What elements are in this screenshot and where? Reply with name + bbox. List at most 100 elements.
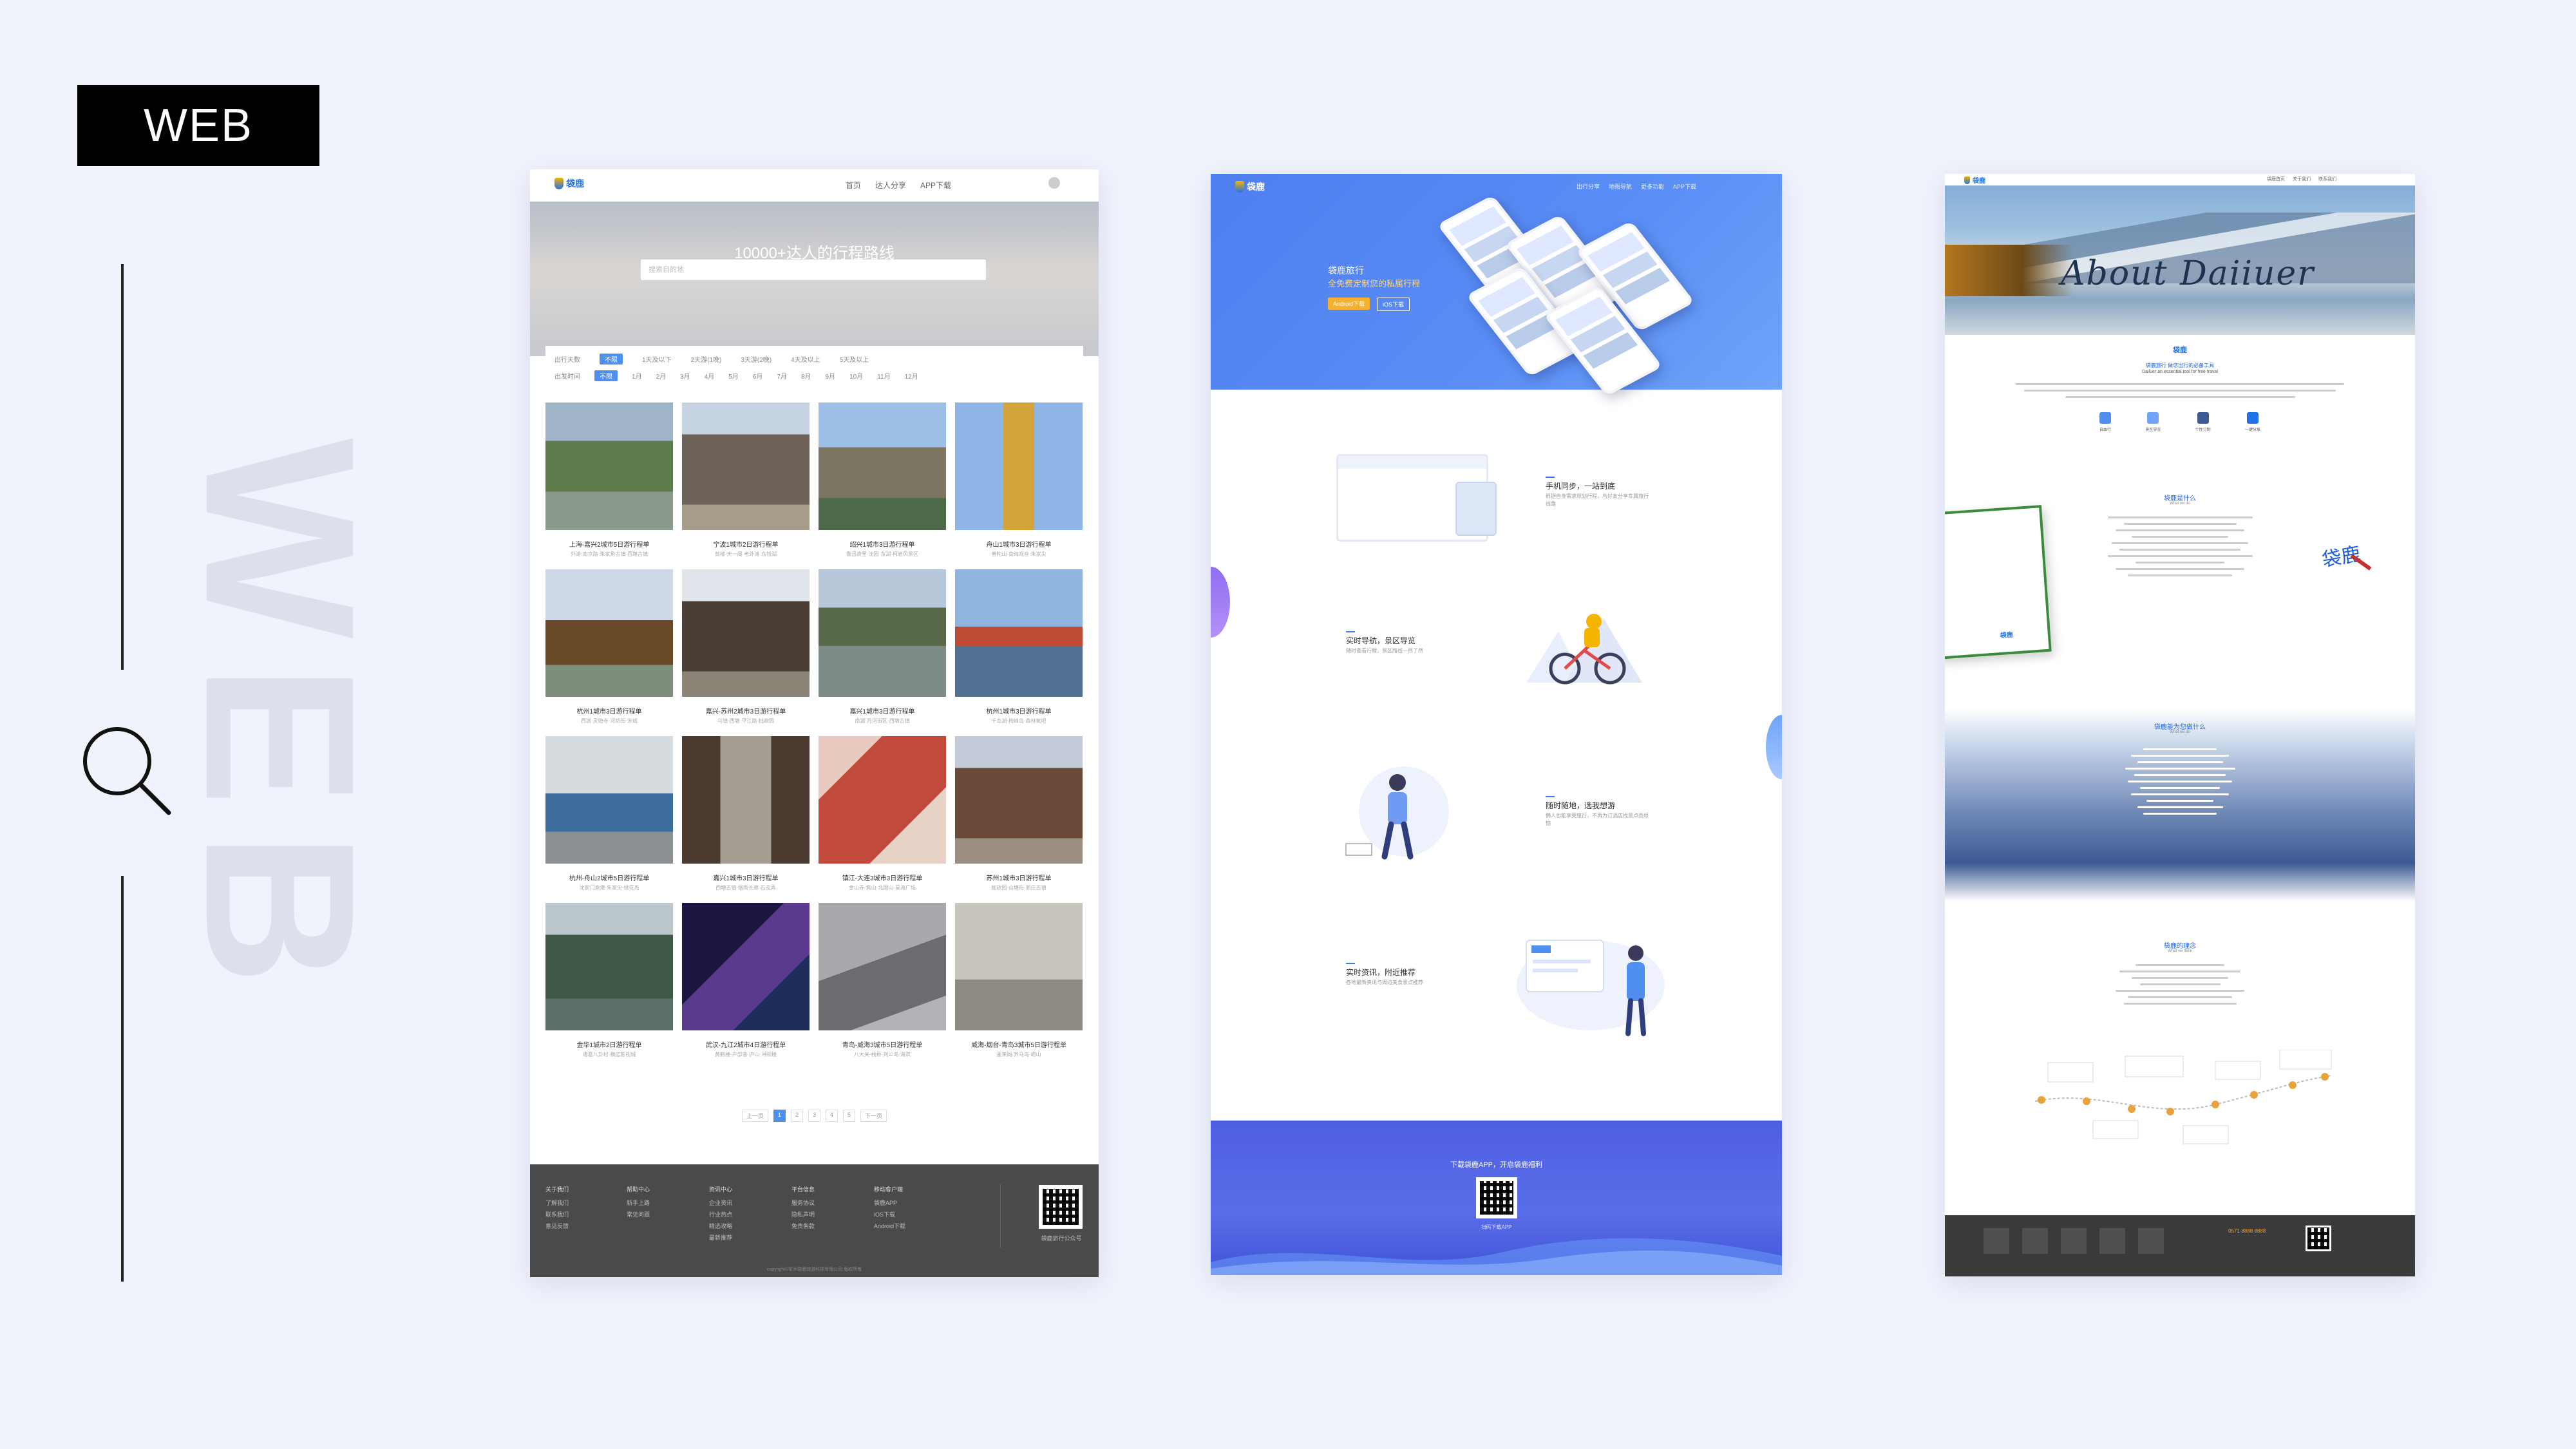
route-photo — [955, 736, 1083, 864]
footer-link[interactable]: 了解我们 — [545, 1198, 569, 1207]
section-title: 袋鹿的理念 — [2164, 943, 2196, 950]
pager-page[interactable]: 5 — [843, 1110, 856, 1122]
filter-month[interactable]: 8月 — [801, 371, 811, 381]
route-desc: 西塘古镇·烟雨长廊·石皮弄 — [715, 885, 776, 891]
route-desc: 鲁迅故里·沈园·东湖·柯岩风景区 — [846, 551, 918, 557]
filter-days-any[interactable]: 不限 — [600, 354, 623, 365]
route-card[interactable]: 嘉兴1城市3日游行程单 南湖·月河街区·西塘古镇 — [819, 569, 946, 724]
filter-day-option[interactable]: 4天及以上 — [791, 354, 820, 364]
divider-line — [121, 876, 124, 1282]
footer-link[interactable]: 意见反馈 — [545, 1222, 569, 1230]
footer-link[interactable]: 新手上路 — [627, 1198, 650, 1207]
footer-link[interactable]: 企业资讯 — [709, 1198, 732, 1207]
footer-link[interactable]: 常见问题 — [627, 1210, 650, 1218]
filter-month[interactable]: 12月 — [905, 371, 918, 381]
filter-month[interactable]: 9月 — [826, 371, 836, 381]
filter-day-option[interactable]: 2天游(1晚) — [691, 354, 722, 364]
nav-share[interactable]: 达人分享 — [875, 180, 906, 191]
route-card[interactable]: 杭州-舟山2城市5日游行程单 沈家门渔港·朱家尖·桃花岛 — [545, 736, 673, 891]
pager-page[interactable]: 1 — [773, 1110, 786, 1122]
route-photo — [682, 402, 810, 530]
user-avatar[interactable] — [1048, 177, 1060, 189]
filter-day-option[interactable]: 3天游(2晚) — [741, 354, 772, 364]
feature-desc: 懒人也能享受旅行，不再为订酒店找景点而烦恼 — [1546, 813, 1649, 826]
footer-links — [1984, 1228, 2177, 1254]
nav-item[interactable]: 联系我们 — [2318, 176, 2336, 182]
route-title: 青岛-威海3城市5日游行程单 — [842, 1042, 923, 1049]
footer-link[interactable]: 联系我们 — [545, 1210, 569, 1218]
route-card[interactable]: 青岛-威海3城市5日游行程单 八大关·栈桥·刘公岛·海滨 — [819, 903, 946, 1058]
logo[interactable]: 袋鹿 — [1235, 180, 1265, 193]
ios-download-button[interactable]: iOS下载 — [1377, 298, 1410, 311]
route-card[interactable]: 舟山1城市3日游行程单 普陀山·南海观音·朱家尖 — [955, 402, 1083, 558]
footer-link[interactable]: 免责条款 — [791, 1222, 815, 1230]
footer-link[interactable]: Android下载 — [874, 1222, 905, 1230]
filter-month[interactable]: 6月 — [753, 371, 763, 381]
route-desc: 黄鹤楼·户部巷·庐山·浔阳楼 — [715, 1052, 777, 1057]
android-download-button[interactable]: Android下载 — [1328, 298, 1370, 310]
nav-item[interactable]: 关于我们 — [2293, 176, 2311, 182]
footer-link[interactable]: 行业热点 — [709, 1210, 732, 1218]
nav-item[interactable]: APP下载 — [1673, 182, 1696, 191]
filter-day-option[interactable]: 5天及以上 — [840, 354, 869, 364]
route-photo — [819, 402, 946, 530]
pager-next[interactable]: 下一页 — [860, 1110, 887, 1122]
route-card[interactable]: 镇江-大连3城市3日游行程单 金山寺·焦山·北固山·星海广场 — [819, 736, 946, 891]
filter-month[interactable]: 10月 — [849, 371, 863, 381]
footer-link[interactable]: 精选攻略 — [709, 1222, 732, 1230]
route-card[interactable]: 苏州1城市3日游行程单 拙政园·山塘街·周庄古镇 — [955, 736, 1083, 891]
route-card[interactable]: 杭州1城市3日游行程单 西湖·灵隐寺·河坊街·宋城 — [545, 569, 673, 724]
nav-item[interactable]: 出行分享 — [1577, 182, 1600, 191]
page-travel-list: 袋鹿 首页 达人分享 APP下载 10000+达人的行程路线 10个城市真实行程… — [530, 169, 1099, 1277]
route-card[interactable]: 嘉兴-苏州2城市3日游行程单 乌镇·西塘·平江路·拙政园 — [682, 569, 810, 724]
route-card[interactable]: 宁波1城市2日游行程单 鼓楼·天一阁·老外滩·东钱湖 — [682, 402, 810, 558]
route-card[interactable]: 嘉兴1城市3日游行程单 西塘古镇·烟雨长廊·石皮弄 — [682, 736, 810, 891]
laptop-icon — [2197, 412, 2209, 424]
logo[interactable]: 袋鹿 — [554, 177, 584, 190]
hero-banner: About Daiiuer — [1945, 174, 2415, 335]
pager-page[interactable]: 3 — [808, 1110, 820, 1122]
footer-link[interactable]: 最新推荐 — [709, 1233, 732, 1242]
filter-month[interactable]: 1月 — [632, 371, 642, 381]
route-card[interactable]: 武汉-九江2城市4日游行程单 黄鹤楼·户部巷·庐山·浔阳楼 — [682, 903, 810, 1058]
share-icon — [2246, 412, 2259, 424]
footer-col: 关于我们 了解我们 联系我们 意见反馈 — [545, 1185, 569, 1233]
footer-link[interactable]: 隐私声明 — [791, 1210, 815, 1218]
route-desc: 普陀山·南海观音·朱家尖 — [991, 551, 1046, 557]
route-title: 金华1城市2日游行程单 — [576, 1042, 642, 1049]
qr-caption: 袋鹿旅行公众号 — [1041, 1235, 1082, 1242]
route-card[interactable]: 威海-烟台-青岛3城市5日游行程单 蓬莱阁·养马岛·崂山 — [955, 903, 1083, 1058]
nav-item[interactable]: 袋鹿首页 — [2267, 176, 2285, 182]
pager-page[interactable]: 2 — [790, 1110, 803, 1122]
filter-month[interactable]: 3月 — [680, 371, 690, 381]
deer-logo-icon — [554, 178, 564, 189]
route-card[interactable]: 杭州1城市3日游行程单 千岛湖·梅峰岛·森林氧吧 — [955, 569, 1083, 724]
nav-app[interactable]: APP下载 — [920, 180, 951, 191]
filter-month[interactable]: 4月 — [705, 371, 715, 381]
tagline-en: Dailuer an essential tool for free trave… — [2142, 370, 2218, 374]
route-card[interactable]: 金华1城市2日游行程单 诸葛八卦村·横店影视城 — [545, 903, 673, 1058]
filter-month[interactable]: 7月 — [777, 371, 787, 381]
mountain-section: 袋鹿能为您做什么 What we do — [1945, 708, 2415, 902]
filter-month[interactable]: 2月 — [656, 371, 667, 381]
tablet-illustration — [1455, 482, 1497, 536]
route-photo — [819, 736, 946, 864]
deer-logo-icon — [1964, 176, 1970, 184]
filter-day-option[interactable]: 1天及以下 — [642, 354, 672, 364]
nav-home[interactable]: 首页 — [846, 180, 861, 191]
footer-link[interactable]: 袋鹿APP — [874, 1198, 905, 1207]
filter-time-any[interactable]: 不限 — [594, 370, 618, 381]
route-card[interactable]: 上海-嘉兴2城市5日游行程单 外滩·南京路·朱家角古镇·西塘古镇 — [545, 402, 673, 558]
nav-item[interactable]: 地图导航 — [1609, 182, 1632, 191]
filter-month[interactable]: 5月 — [728, 371, 739, 381]
nav-item[interactable]: 更多功能 — [1641, 182, 1664, 191]
filter-month[interactable]: 11月 — [877, 371, 890, 381]
autumn-trees — [1945, 245, 2074, 296]
search-input[interactable]: 搜索目的地 — [641, 260, 986, 280]
pager-page[interactable]: 4 — [826, 1110, 838, 1122]
route-card[interactable]: 绍兴1城市3日游行程单 鲁迅故里·沈园·东湖·柯岩风景区 — [819, 402, 946, 558]
pager-prev[interactable]: 上一页 — [741, 1110, 768, 1122]
footer-link[interactable]: 服务协议 — [791, 1198, 815, 1207]
footer-link[interactable]: iOS下载 — [874, 1210, 905, 1218]
logo[interactable]: 袋鹿 — [1964, 175, 1985, 185]
